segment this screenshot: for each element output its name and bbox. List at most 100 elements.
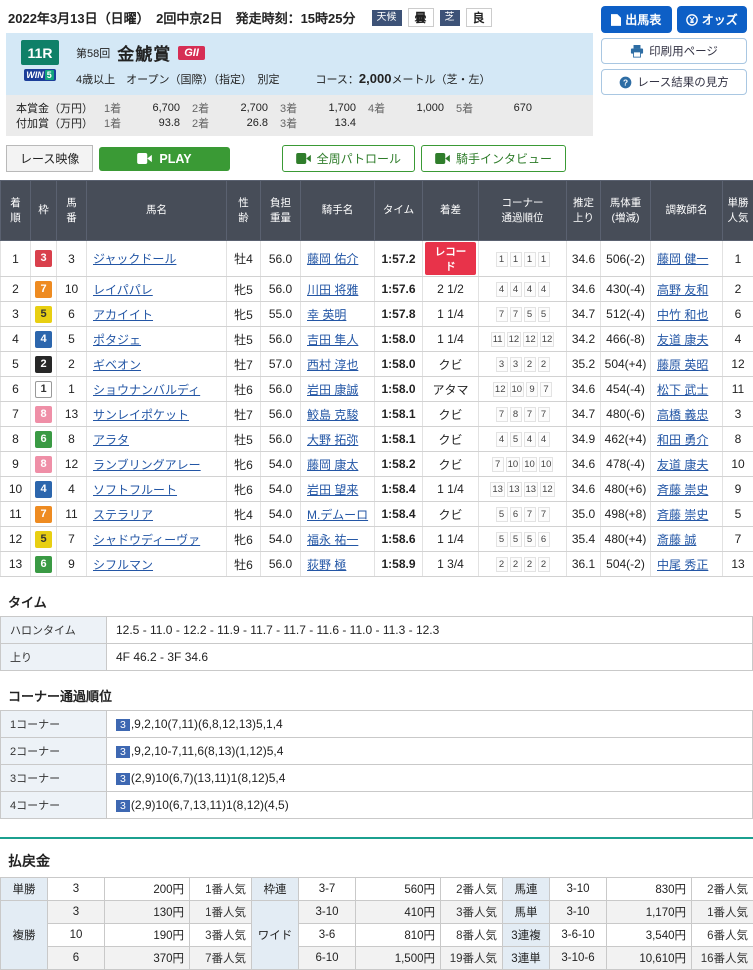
horse-weight: 506(-2) bbox=[601, 241, 651, 277]
horse-name-link[interactable]: ソフトフルート bbox=[93, 483, 177, 497]
trainer-link[interactable]: 藤原 英昭 bbox=[657, 358, 708, 372]
corner-position: 7 bbox=[496, 307, 508, 322]
horse-name-link[interactable]: ステラリア bbox=[93, 508, 153, 522]
carried-weight: 56.0 bbox=[261, 377, 301, 402]
trainer-link[interactable]: 和田 勇介 bbox=[657, 433, 708, 447]
payout-combination: 3 bbox=[48, 878, 105, 901]
horse-name-cell: ギベオン bbox=[87, 352, 227, 377]
jockey-cell: 藤岡 康太 bbox=[301, 452, 375, 477]
trainer-link[interactable]: 友道 康夫 bbox=[657, 458, 708, 472]
play-button[interactable]: PLAY bbox=[99, 147, 229, 171]
horse-weight: 480(+4) bbox=[601, 527, 651, 552]
corner-order-text: ,9,2,10-7,11,6(8,13)(1,12)5,4 bbox=[131, 744, 284, 758]
race-name: 金鯱賞 bbox=[117, 40, 171, 65]
trainer-link[interactable]: 斉藤 崇史 bbox=[657, 508, 708, 522]
jockey-link[interactable]: 大野 拓弥 bbox=[307, 433, 358, 447]
trainer-link[interactable]: 高野 友和 bbox=[657, 283, 708, 297]
jockey-link[interactable]: 荻野 極 bbox=[307, 558, 346, 572]
payout-combination: 3-6 bbox=[299, 924, 356, 947]
corner-row-value: 3(2,9)10(6,7)(13,11)1(8,12)5,4 bbox=[107, 765, 753, 792]
corner-position: 12 bbox=[540, 482, 555, 497]
print-page-button[interactable]: 印刷用ページ bbox=[601, 38, 747, 64]
horse-name-link[interactable]: シフルマン bbox=[93, 558, 153, 572]
jockey-link[interactable]: 藤岡 佑介 bbox=[307, 252, 358, 266]
corner-position: 2 bbox=[510, 557, 522, 572]
horse-name-link[interactable]: レイパパレ bbox=[93, 283, 153, 297]
jockey-interview-button[interactable]: 騎手インタビュー bbox=[421, 145, 566, 172]
last-3f: 34.6 bbox=[567, 377, 601, 402]
weather-label: 天候 bbox=[372, 10, 402, 26]
horse-name-link[interactable]: ランブリングアレー bbox=[93, 458, 201, 472]
corner-order-cell: 5556 bbox=[479, 527, 567, 552]
horse-number: 10 bbox=[57, 277, 87, 302]
horse-name-link[interactable]: アラタ bbox=[93, 433, 129, 447]
finish-time: 1:58.2 bbox=[375, 452, 423, 477]
horse-name-link[interactable]: ジャックドール bbox=[93, 252, 176, 266]
trainer-link[interactable]: 中竹 和也 bbox=[657, 308, 708, 322]
last-3f: 35.2 bbox=[567, 352, 601, 377]
shutsuba-button[interactable]: 出馬表 bbox=[601, 6, 672, 33]
results-table: 着 順枠馬 番馬名性 齢負担 重量騎手名タイム着差コーナー 通過順位推定 上り馬… bbox=[0, 180, 753, 577]
trainer-link[interactable]: 斉藤 崇史 bbox=[657, 483, 708, 497]
jockey-link[interactable]: 藤岡 康太 bbox=[307, 458, 358, 472]
horse-name-link[interactable]: ポタジェ bbox=[93, 333, 141, 347]
finish-position: 10 bbox=[1, 477, 31, 502]
prize-amount: 2,700 bbox=[218, 102, 268, 114]
trainer-link[interactable]: 友道 康夫 bbox=[657, 333, 708, 347]
trainer-link[interactable]: 高橋 義忠 bbox=[657, 408, 708, 422]
prize-place: 1着 bbox=[104, 100, 130, 116]
horse-name-link[interactable]: ギベオン bbox=[93, 358, 141, 372]
trainer-cell: 友道 康夫 bbox=[651, 452, 723, 477]
trainer-link[interactable]: 藤岡 健一 bbox=[657, 252, 708, 266]
corner-order-cell: 5677 bbox=[479, 502, 567, 527]
payout-combination: 3-7 bbox=[299, 878, 356, 901]
trainer-cell: 高橋 義忠 bbox=[651, 402, 723, 427]
odds-button[interactable]: オッズ bbox=[677, 6, 748, 33]
trainer-link[interactable]: 斎藤 誠 bbox=[657, 533, 696, 547]
horse-weight: 466(-8) bbox=[601, 327, 651, 352]
frame-badge: 1 bbox=[35, 381, 52, 398]
horse-name-link[interactable]: シャドウディーヴァ bbox=[93, 533, 200, 547]
jockey-link[interactable]: 岩田 康誠 bbox=[307, 383, 358, 397]
leader-number: 3 bbox=[116, 773, 130, 785]
corner-position: 5 bbox=[510, 432, 522, 447]
jockey-link[interactable]: 鮫島 克駿 bbox=[307, 408, 358, 422]
margin-cell: クビ bbox=[423, 452, 479, 477]
race-meta-line: 2022年3月13日（日曜） 2回中京2日 発走時刻：15時25分 天候 曇 芝… bbox=[6, 6, 593, 33]
horse-number: 9 bbox=[57, 552, 87, 577]
corner-position: 7 bbox=[524, 507, 536, 522]
corner-order-cell: 13131312 bbox=[479, 477, 567, 502]
jockey-link[interactable]: M.デムーロ bbox=[307, 508, 368, 522]
frame-cell: 7 bbox=[31, 277, 57, 302]
carried-weight: 54.0 bbox=[261, 527, 301, 552]
corner-row: 2コーナー3,9,2,10-7,11,6(8,13)(1,12)5,4 bbox=[1, 738, 753, 765]
trainer-link[interactable]: 中尾 秀正 bbox=[657, 558, 708, 572]
payout-popularity: 6番人気 bbox=[692, 924, 753, 947]
jockey-link[interactable]: 吉田 隼人 bbox=[307, 333, 358, 347]
results-body: 133ジャックドール牡456.0藤岡 佑介1:57.2レコード111134.65… bbox=[1, 241, 753, 577]
last-3f: 34.6 bbox=[567, 277, 601, 302]
jockey-link[interactable]: 川田 将雅 bbox=[307, 283, 358, 297]
patrol-video-button[interactable]: 全周パトロール bbox=[282, 145, 415, 172]
header-actions: 出馬表 オッズ 印刷用ページ ? レース結果の見方 bbox=[601, 6, 747, 136]
horse-name-link[interactable]: サンレイポケット bbox=[93, 408, 189, 422]
results-guide-button[interactable]: ? レース結果の見方 bbox=[601, 69, 747, 95]
win5-logo[interactable]: WIN 5 bbox=[24, 69, 56, 81]
jockey-link[interactable]: 岩田 望来 bbox=[307, 483, 358, 497]
corner-position: 12 bbox=[540, 332, 555, 347]
results-column-header: 単勝 人気 bbox=[723, 181, 753, 241]
horse-name-link[interactable]: ショウナンバルディ bbox=[93, 383, 200, 397]
frame-cell: 6 bbox=[31, 427, 57, 452]
jockey-link[interactable]: 西村 淳也 bbox=[307, 358, 358, 372]
corner-position: 9 bbox=[526, 382, 538, 397]
trainer-link[interactable]: 松下 武士 bbox=[657, 383, 708, 397]
jockey-link[interactable]: 幸 英明 bbox=[307, 308, 346, 322]
win-popularity: 10 bbox=[723, 452, 753, 477]
corner-position: 5 bbox=[524, 307, 536, 322]
frame-cell: 5 bbox=[31, 527, 57, 552]
corner-position: 4 bbox=[496, 282, 508, 297]
jockey-link[interactable]: 福永 祐一 bbox=[307, 533, 358, 547]
payout-row: 6370円7番人気6-101,500円19番人気3連単3-10-610,610円… bbox=[1, 947, 753, 970]
horse-name-link[interactable]: アカイイト bbox=[93, 308, 153, 322]
payout-amount: 370円 bbox=[105, 947, 190, 970]
